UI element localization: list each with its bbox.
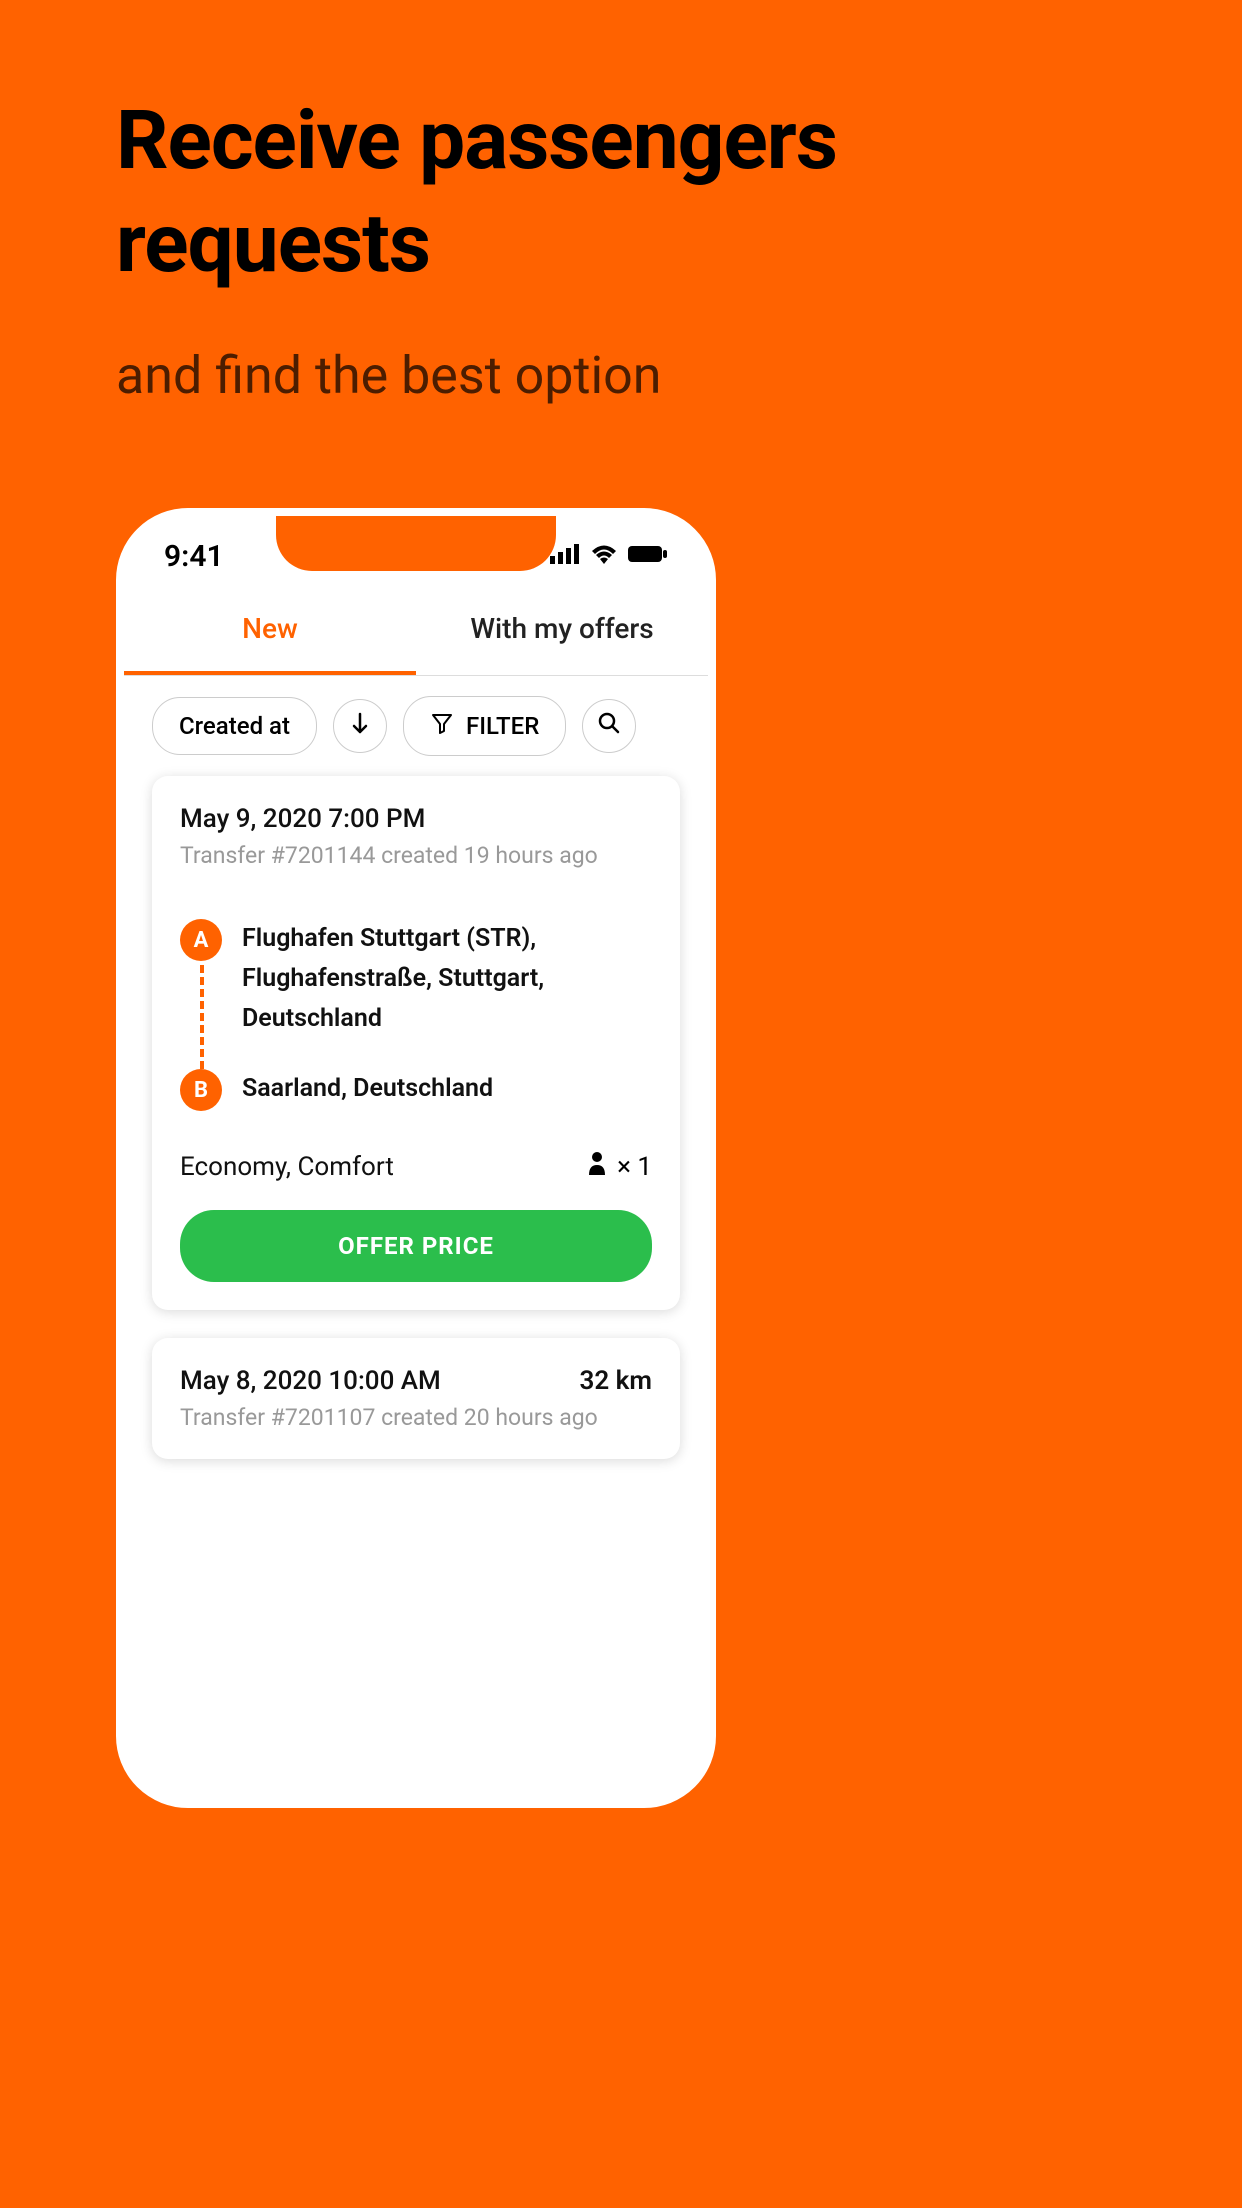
transfer-card[interactable]: May 8, 2020 10:00 AM 32 km Transfer #720… — [152, 1338, 680, 1459]
point-b-address: Saarland, Deutschland — [242, 1069, 493, 1109]
vehicle-class: Economy, Comfort — [180, 1152, 394, 1182]
sort-created-at-chip[interactable]: Created at — [152, 697, 317, 755]
card-subtitle: Transfer #7201107 created 20 hours ago — [180, 1404, 652, 1431]
pax-count-text: × 1 — [617, 1152, 652, 1182]
sort-direction-button[interactable] — [333, 699, 387, 753]
filter-icon — [430, 711, 454, 741]
card-date: May 8, 2020 10:00 AM — [180, 1366, 441, 1396]
person-icon — [587, 1151, 607, 1182]
arrow-down-icon — [348, 711, 372, 741]
transfer-card[interactable]: May 9, 2020 7:00 PM Transfer #7201144 cr… — [152, 776, 680, 1310]
offer-price-button[interactable]: OFFER PRICE — [180, 1210, 652, 1282]
search-icon — [597, 711, 621, 741]
filter-bar: Created at FILTER — [124, 676, 708, 776]
search-button[interactable] — [582, 699, 636, 753]
tabs: New With my offers — [124, 586, 708, 676]
route-point-a: A Flughafen Stuttgart (STR), Flughafenst… — [180, 919, 652, 1039]
battery-icon — [628, 544, 668, 568]
marker-a-icon: A — [180, 919, 222, 961]
tab-new[interactable]: New — [124, 586, 416, 675]
status-icons — [550, 544, 668, 568]
marker-b-icon: B — [180, 1069, 222, 1111]
cellular-icon — [550, 544, 580, 568]
route-point-b: B Saarland, Deutschland — [180, 1069, 652, 1111]
passenger-count: × 1 — [587, 1151, 652, 1182]
card-distance: 32 km — [580, 1366, 652, 1396]
filter-button[interactable]: FILTER — [403, 696, 566, 756]
phone-frame: 9:41 New With my offers Created at — [116, 508, 716, 1808]
marketing-subheadline: and find the best option — [0, 295, 1242, 406]
marketing-headline: Receive passengers requests — [0, 0, 1242, 295]
filter-label: FILTER — [466, 712, 539, 740]
card-date: May 9, 2020 7:00 PM — [180, 804, 652, 834]
card-subtitle: Transfer #7201144 created 19 hours ago — [180, 842, 652, 869]
sort-label: Created at — [179, 712, 290, 740]
tab-with-my-offers[interactable]: With my offers — [416, 586, 708, 675]
route: A Flughafen Stuttgart (STR), Flughafenst… — [180, 919, 652, 1111]
route-connector-line — [200, 965, 204, 1069]
wifi-icon — [590, 544, 618, 568]
device-notch — [276, 516, 556, 571]
card-footer: Economy, Comfort × 1 — [180, 1151, 652, 1182]
status-time: 9:41 — [164, 539, 224, 574]
point-a-address: Flughafen Stuttgart (STR), Flughafenstra… — [242, 919, 652, 1039]
